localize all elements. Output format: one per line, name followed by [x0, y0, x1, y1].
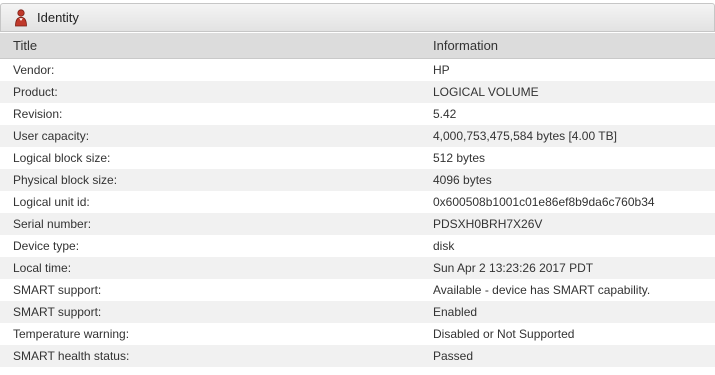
identity-table: Title Information Vendor: HP Product: LOGIC… [0, 33, 715, 367]
row-title: SMART health status: [13, 348, 130, 363]
table-row: Product: LOGICAL VOLUME [0, 80, 715, 103]
row-title: Local time: [13, 260, 72, 275]
row-information: 4,000,753,475,584 bytes [4.00 TB] [433, 128, 617, 143]
row-information: HP [433, 62, 450, 77]
column-header-information[interactable]: Information [433, 33, 715, 59]
row-information: Sun Apr 2 13:23:26 2017 PDT [433, 260, 594, 275]
row-information: LOGICAL VOLUME [433, 84, 539, 99]
table-row: Local time: Sun Apr 2 13:23:26 2017 PDT [0, 256, 715, 279]
row-title: Device type: [13, 238, 80, 253]
table-header-row: Title Information [0, 33, 715, 59]
table-row: Logical block size: 512 bytes [0, 146, 715, 169]
row-information: disk [433, 238, 455, 253]
row-title: Temperature warning: [13, 326, 130, 341]
health-status-value: Passed [433, 348, 474, 363]
table-row: Temperature warning: Disabled or Not Supp… [0, 322, 715, 345]
row-title: Product: [13, 84, 58, 99]
row-title: Serial number: [13, 216, 92, 231]
panel-title: Identity [37, 10, 79, 25]
table-row: Device type: disk [0, 234, 715, 257]
table-row: Revision: 5.42 [0, 102, 715, 125]
table-row: SMART support: Available - device has SMA… [0, 278, 715, 301]
row-title: Physical block size: [13, 172, 118, 187]
row-information: Enabled [433, 304, 478, 319]
table-row: SMART health status: Passed [0, 344, 715, 367]
table-row: Vendor: HP [0, 58, 715, 81]
row-information: Available - device has SMART capability. [433, 282, 651, 297]
row-information: 4096 bytes [433, 172, 492, 187]
row-title: Revision: [13, 106, 63, 121]
table-row: User capacity: 4,000,753,475,584 bytes [4… [0, 124, 715, 147]
row-information: PDSXH0BRH7X26V [433, 216, 543, 231]
row-information: 512 bytes [433, 150, 486, 165]
identity-panel: Identity Title Information Vendor: HP Prod… [0, 0, 715, 375]
row-title: User capacity: [13, 128, 90, 143]
person-icon [13, 8, 29, 27]
row-title: Vendor: [13, 62, 55, 77]
column-header-title[interactable]: Title [0, 33, 433, 59]
row-title: Logical block size: [13, 150, 111, 165]
row-title: SMART support: [13, 304, 102, 319]
row-title: SMART support: [13, 282, 102, 297]
table-row: Physical block size: 4096 bytes [0, 168, 715, 191]
row-information: 5.42 [433, 106, 457, 121]
row-information: Disabled or Not Supported [433, 326, 575, 341]
row-title: Logical unit id: [13, 194, 90, 209]
panel-header: Identity [0, 3, 715, 32]
table-row: SMART support: Enabled [0, 300, 715, 323]
row-information: 0x600508b1001c01e86ef8b9da6c760b34 [433, 194, 655, 209]
table-row: Logical unit id: 0x600508b1001c01e86ef8b9… [0, 190, 715, 213]
table-row: Serial number: PDSXH0BRH7X26V [0, 212, 715, 235]
